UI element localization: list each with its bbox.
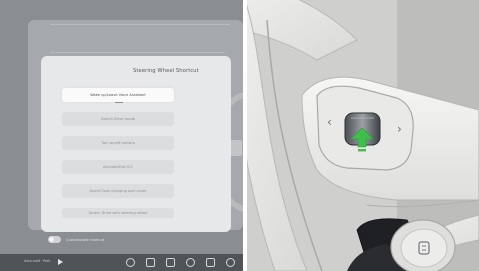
taskbar-status: Auto-hold · Park (24, 259, 51, 263)
seat-icon[interactable] (206, 258, 215, 267)
dialog-title: Steering Wheel Shortcut (133, 68, 199, 74)
background-divider (50, 52, 225, 53)
media-icon[interactable] (166, 258, 175, 267)
steering-wheel-illustration: ‹ › (247, 0, 479, 271)
selected-indicator (115, 102, 123, 104)
option-icc[interactable]: Activate/Exit ICC (62, 160, 174, 174)
taskbar: Auto-hold · Park (0, 254, 243, 271)
steering-wheel-drawing (247, 0, 479, 271)
apps-icon[interactable] (226, 258, 235, 267)
shortcut-toggle[interactable] (48, 236, 61, 243)
background-divider (50, 24, 230, 25)
steering-wheel-shortcut-dialog: Steering Wheel Shortcut Wake up/Leave Vo… (41, 56, 231, 232)
play-icon[interactable] (58, 259, 63, 265)
toggle-label: Customizable shortcut (66, 237, 105, 242)
option-camera[interactable]: Turn on/off camera (62, 136, 174, 150)
right-arrow-icon: › (397, 122, 402, 136)
option-charging-port[interactable]: Open/Close charging port cover (62, 184, 174, 198)
fan-icon[interactable] (186, 258, 195, 267)
shortcut-toggle-row: Customizable shortcut (48, 236, 104, 243)
car-icon[interactable] (146, 258, 155, 267)
option-drive-mode[interactable]: Switch Drive mode (62, 112, 174, 126)
home-icon[interactable] (126, 258, 135, 267)
option-steering-drive[interactable]: Switch Drive with steering wheel (62, 208, 174, 218)
left-arrow-icon: ‹ (327, 115, 332, 129)
car-display-panel: Steering Wheel Shortcut Wake up/Leave Vo… (0, 0, 243, 271)
option-voice-assistant[interactable]: Wake up/Leave Voice Assistant (62, 88, 174, 102)
